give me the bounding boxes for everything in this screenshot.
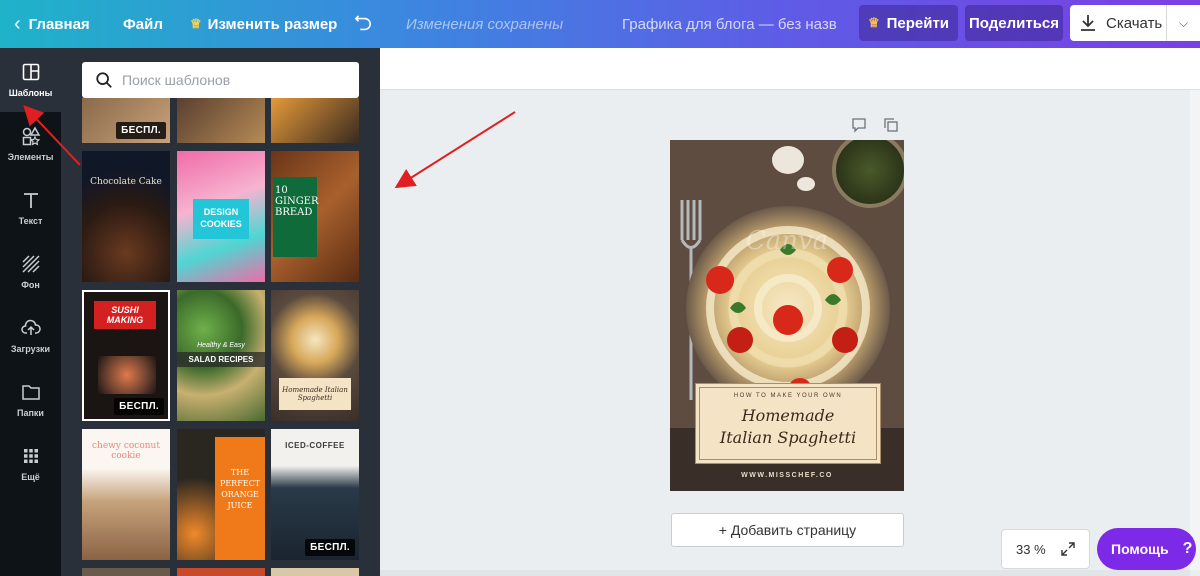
template-title: SUSHI MAKING [94, 301, 156, 329]
template-thumb[interactable]: БЕСПЛ. [82, 98, 170, 143]
template-search[interactable] [82, 62, 359, 98]
search-input[interactable] [122, 72, 342, 88]
save-status: Изменения сохранены [406, 15, 564, 33]
sidebar-item-background[interactable]: Фон [0, 240, 61, 304]
template-thumb-spaghetti[interactable]: Homemade Italian Spaghetti [271, 290, 359, 421]
design-url: WWW.MISSCHEF.CO [741, 472, 833, 479]
template-thumb[interactable] [271, 568, 359, 576]
sidebar-item-folders[interactable]: Папки [0, 368, 61, 432]
upgrade-button[interactable]: ♕ Перейти [859, 5, 958, 41]
templates-panel: БЕСПЛ. Chocolate Cake DESIGN COOKIES 10 … [61, 48, 380, 576]
sidebar-item-label: Фон [21, 280, 40, 290]
sidebar-item-label: Элементы [7, 152, 54, 162]
template-title: 10 GINGER BREAD [275, 185, 319, 218]
free-badge: БЕСПЛ. [305, 539, 355, 556]
help-button[interactable]: Помощь ? [1097, 528, 1196, 570]
background-icon [21, 255, 40, 273]
design-title-line2: Italian Spaghetti [719, 428, 857, 447]
crown-icon: ♕ [867, 15, 880, 30]
sidebar-item-templates[interactable]: Шаблоны [0, 48, 61, 112]
comment-icon[interactable] [851, 117, 867, 133]
expand-icon[interactable] [1060, 541, 1076, 557]
zoom-level: 33 % [1016, 541, 1046, 557]
design-kicker: HOW TO MAKE YOUR OWN [733, 393, 843, 399]
template-subtitle: Healthy & Easy [197, 342, 245, 349]
template-image [98, 356, 156, 394]
template-title: ICED-COFFEE [285, 441, 345, 450]
undo-button[interactable] [354, 0, 372, 48]
template-thumb-sushi[interactable]: SUSHI MAKING БЕСПЛ. [82, 290, 170, 421]
template-thumb-iced-coffee[interactable]: ICED-COFFEE БЕСПЛ. [271, 429, 359, 560]
zoom-control[interactable]: 33 % [1001, 529, 1090, 569]
horizontal-scrollbar[interactable] [380, 570, 1190, 576]
template-title: chewy coconut cookie [92, 441, 160, 461]
templates-icon [22, 63, 39, 81]
chevron-down-icon[interactable]: ⌵ [1166, 5, 1200, 41]
sidebar-item-label: Папки [17, 408, 44, 418]
home-label: Главная [28, 15, 90, 33]
download-label: Скачать [1106, 14, 1163, 32]
template-thumb[interactable] [177, 98, 265, 143]
canvas-toolbar [380, 48, 1200, 90]
elements-icon [22, 126, 40, 146]
crown-icon: ♕ [190, 16, 202, 31]
sidebar-item-more[interactable]: Ещё [0, 432, 61, 496]
template-thumb[interactable] [177, 568, 265, 576]
free-badge: БЕСПЛ. [114, 398, 164, 415]
sidebar-item-elements[interactable]: Элементы [0, 112, 61, 176]
sidebar-item-label: Шаблоны [8, 88, 53, 98]
question-icon: ? [1182, 540, 1193, 557]
undo-icon [354, 15, 371, 31]
template-thumb-chocolate-cake[interactable]: Chocolate Cake [82, 151, 170, 282]
vertical-scrollbar[interactable] [1190, 90, 1200, 570]
template-thumb-orange-juice[interactable]: THE PERFECT ORANGE JUICE [177, 429, 265, 560]
template-title: THE PERFECT ORANGE JUICE [219, 468, 261, 510]
file-menu-button[interactable]: Файл [123, 0, 163, 48]
left-rail: Шаблоны Элементы Текст Фон Загрузки Папк… [0, 48, 61, 576]
text-icon [23, 193, 38, 208]
folder-icon [21, 385, 40, 400]
design-caption-box[interactable]: HOW TO MAKE YOUR OWN Homemade Italian Sp… [695, 383, 881, 464]
home-button[interactable]: ‹ Главная [14, 0, 90, 48]
template-thumb-gingerbread[interactable]: 10 GINGER BREAD [271, 151, 359, 282]
add-page-button[interactable]: + Добавить страницу [671, 513, 904, 547]
design-title-line1: Homemade [741, 406, 835, 425]
top-bar: ‹ Главная Файл ♕ Изменить размер Изменен… [0, 0, 1200, 48]
upload-icon [20, 319, 41, 335]
search-icon [96, 72, 112, 88]
sidebar-item-label: Ещё [21, 472, 40, 482]
template-thumb-salad[interactable]: Healthy & Easy SALAD RECIPES [177, 290, 265, 421]
template-title: Chocolate Cake [90, 177, 162, 187]
template-thumb[interactable] [271, 98, 359, 143]
template-title: DESIGN COOKIES [193, 199, 249, 239]
sidebar-item-text[interactable]: Текст [0, 176, 61, 240]
template-title: Homemade Italian Spaghetti [279, 378, 351, 410]
template-thumb-coconut[interactable]: chewy coconut cookie [82, 429, 170, 560]
share-button[interactable]: Поделиться [965, 5, 1063, 41]
upgrade-label: Перейти [886, 14, 950, 32]
template-thumb-design-cookies[interactable]: DESIGN COOKIES [177, 151, 265, 282]
free-badge: БЕСПЛ. [116, 122, 166, 139]
help-label: Помощь [1111, 541, 1169, 557]
sidebar-item-label: Загрузки [10, 344, 51, 354]
watermark: Canva [745, 226, 829, 256]
duplicate-page-icon[interactable] [883, 117, 899, 133]
download-button[interactable]: Скачать ⌵ [1070, 5, 1200, 41]
resize-label: Изменить размер [207, 15, 338, 33]
template-title: SALAD RECIPES [177, 352, 265, 367]
resize-button[interactable]: ♕ Изменить размер [190, 0, 337, 48]
more-icon [23, 449, 38, 463]
document-title[interactable]: Графика для блога — без назва... [622, 0, 836, 48]
sidebar-item-label: Текст [18, 216, 43, 226]
sidebar-item-uploads[interactable]: Загрузки [0, 304, 61, 368]
download-icon [1081, 15, 1095, 31]
template-thumb[interactable] [82, 568, 170, 576]
chevron-left-icon: ‹ [14, 12, 21, 35]
